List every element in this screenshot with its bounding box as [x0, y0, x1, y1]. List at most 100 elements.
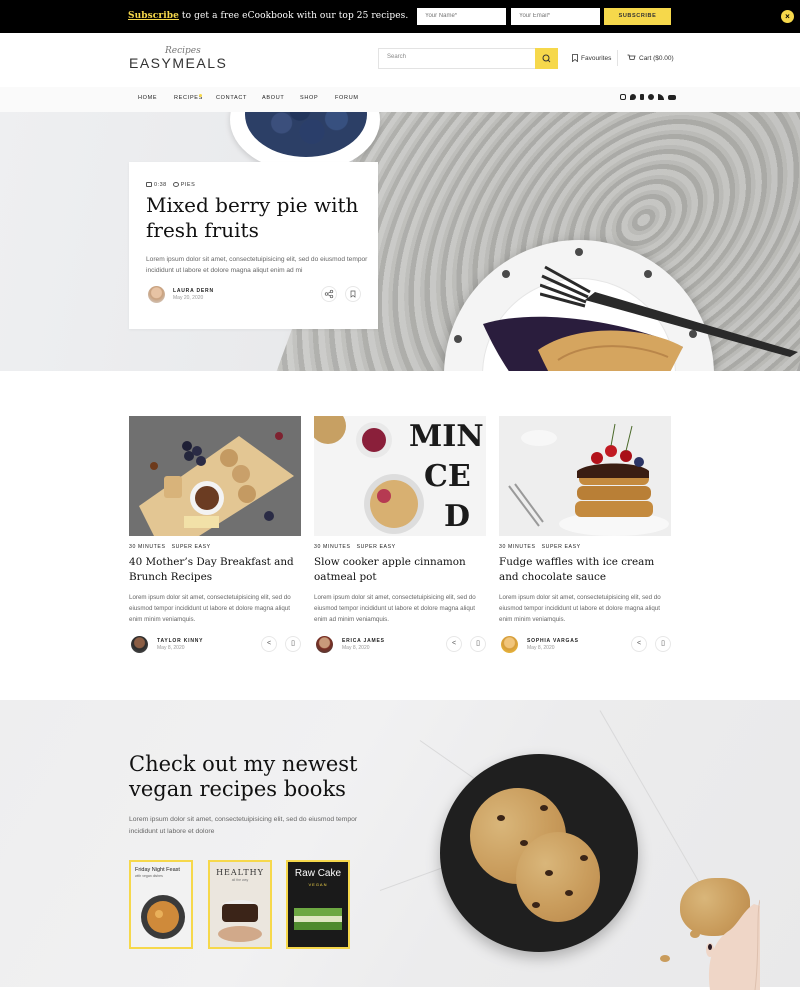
- post-date: May 20, 2020: [173, 295, 204, 301]
- bookmark-icon: [350, 290, 356, 298]
- post-date: May 8, 2020: [157, 645, 185, 651]
- breakfast-board-image: [129, 416, 301, 536]
- oatmeal-image: MIN CE D: [314, 416, 486, 536]
- avatar[interactable]: [148, 286, 165, 303]
- book-cover[interactable]: Raw Cake VEGAN: [286, 860, 350, 949]
- avatar[interactable]: [316, 636, 333, 653]
- books-heading: Check out my newest vegan recipes books: [129, 752, 358, 801]
- recipe-image[interactable]: [499, 416, 671, 536]
- recipe-image[interactable]: [129, 416, 301, 536]
- nav-item-about[interactable]: ABOUT: [262, 95, 284, 101]
- recipe-card[interactable]: MIN CE D 30 MINUTES SUPER EASY Slow cooke…: [314, 416, 486, 656]
- svg-text:MIN: MIN: [409, 419, 484, 454]
- search-icon: [542, 54, 551, 63]
- recipe-meta: 30 MINUTES SUPER EASY: [314, 544, 396, 550]
- share-button[interactable]: <: [261, 636, 277, 652]
- author-name[interactable]: SOPHIA VARGAS: [527, 638, 579, 644]
- pinterest-icon[interactable]: [648, 94, 654, 100]
- recipe-meta: 30 MINUTES SUPER EASY: [499, 544, 581, 550]
- recipe-title[interactable]: Fudge waffles with ice cream and chocola…: [499, 555, 671, 584]
- hand-image: [706, 899, 760, 990]
- recipe-title[interactable]: 40 Mother’s Day Breakfast and Brunch Rec…: [129, 555, 301, 584]
- book-cover[interactable]: Friday Night Feast with vegan dishes: [129, 860, 193, 949]
- books-excerpt: Lorem ipsum dolor sit amet, consectetuip…: [129, 816, 358, 835]
- bookmark-icon: ▯: [291, 640, 295, 647]
- favourites-label: Favourites: [581, 54, 612, 62]
- search-box: Search: [378, 48, 558, 69]
- recipe-image[interactable]: MIN CE D: [314, 416, 486, 536]
- recipe-excerpt: Lorem ipsum dolor sit amet, consectetuip…: [129, 594, 291, 623]
- share-icon: <: [636, 640, 642, 647]
- cart-icon: [627, 54, 636, 60]
- recipe-category[interactable]: PIES: [181, 182, 196, 188]
- caret-pointer: [0, 0, 800, 33]
- author-name[interactable]: LAURA DERN: [173, 288, 214, 294]
- recipe-time: 30 MINUTES: [499, 544, 536, 550]
- recipe-difficulty: SUPER EASY: [541, 544, 581, 550]
- recipe-meta: 30 MINUTES SUPER EASY: [129, 544, 211, 550]
- featured-recipe-card[interactable]: 0:38 PIES Mixed berry pie with fresh fru…: [129, 162, 378, 329]
- post-date: May 8, 2020: [527, 645, 555, 651]
- nav-item-contact[interactable]: CONTACT: [216, 95, 247, 101]
- new-indicator: [199, 94, 202, 97]
- share-button[interactable]: <: [631, 636, 647, 652]
- recipe-difficulty: SUPER EASY: [356, 544, 396, 550]
- recipe-meta: 0:38 PIES: [146, 182, 195, 188]
- bookmark-button[interactable]: ▯: [285, 636, 301, 652]
- youtube-icon[interactable]: [668, 95, 676, 100]
- share-button[interactable]: <: [446, 636, 462, 652]
- recipe-card[interactable]: 30 MINUTES SUPER EASY 40 Mother’s Day Bre…: [129, 416, 301, 656]
- post-date: May 8, 2020: [342, 645, 370, 651]
- waffles-image: [499, 416, 671, 536]
- share-icon: [324, 289, 334, 299]
- search-button[interactable]: [535, 48, 558, 69]
- cart-link[interactable]: Cart ($0.00): [627, 54, 674, 62]
- avatar[interactable]: [501, 636, 518, 653]
- bookmark-button[interactable]: ▯: [470, 636, 486, 652]
- divider: [617, 50, 618, 66]
- share-icon: <: [451, 640, 457, 647]
- favourites-link[interactable]: Favourites: [572, 54, 611, 62]
- recipe-time: 0:38: [154, 182, 167, 188]
- rss-icon[interactable]: [658, 94, 664, 100]
- search-input[interactable]: Search: [387, 54, 406, 60]
- recipe-time: 30 MINUTES: [314, 544, 351, 550]
- nav-item-forum[interactable]: FORUM: [335, 95, 359, 101]
- recipe-time: 30 MINUTES: [129, 544, 166, 550]
- instagram-icon[interactable]: [620, 94, 626, 100]
- svg-text:D: D: [444, 499, 470, 534]
- author-name[interactable]: ERICA JAMES: [342, 638, 385, 644]
- site-logo[interactable]: EASYMEALS: [129, 55, 227, 71]
- bookmark-icon: ▯: [476, 640, 480, 647]
- share-icon: <: [266, 640, 272, 647]
- clock-icon: [146, 182, 152, 188]
- cart-label: Cart ($0.00): [639, 54, 674, 62]
- bookmark-button[interactable]: ▯: [655, 636, 671, 652]
- svg-text:CE: CE: [424, 459, 471, 494]
- tag-icon: [172, 182, 179, 188]
- main-nav: HOME RECIPES CONTACT ABOUT SHOP FORUM: [0, 87, 800, 112]
- hero-banner[interactable]: [0, 112, 800, 371]
- facebook-icon[interactable]: [640, 94, 644, 100]
- berry-pie-slice: [483, 316, 683, 371]
- recipe-excerpt: Lorem ipsum dolor sit amet, consectetuip…: [499, 594, 661, 623]
- twitter-icon[interactable]: [630, 94, 636, 100]
- bookmark-button[interactable]: [345, 286, 361, 302]
- author-name[interactable]: TAYLOR KINNY: [157, 638, 203, 644]
- recipe-difficulty: SUPER EASY: [171, 544, 211, 550]
- nav-item-home[interactable]: HOME: [138, 95, 157, 101]
- bookmark-icon: [572, 54, 578, 62]
- cookie-image: [516, 832, 600, 922]
- book-illustration: [141, 895, 185, 939]
- nav-item-shop[interactable]: SHOP: [300, 95, 318, 101]
- featured-title[interactable]: Mixed berry pie with fresh fruits: [146, 193, 371, 243]
- book-cover[interactable]: HEALTHY all the way: [208, 860, 272, 949]
- share-button[interactable]: [321, 286, 337, 302]
- recipe-title[interactable]: Slow cooker apple cinnamon oatmeal pot: [314, 555, 486, 584]
- book-illustration: [294, 908, 342, 930]
- book-illustration: [218, 900, 262, 942]
- recipe-card[interactable]: 30 MINUTES SUPER EASY Fudge waffles with …: [499, 416, 671, 656]
- bookmark-icon: ▯: [661, 640, 665, 647]
- books-section: [0, 700, 800, 987]
- avatar[interactable]: [131, 636, 148, 653]
